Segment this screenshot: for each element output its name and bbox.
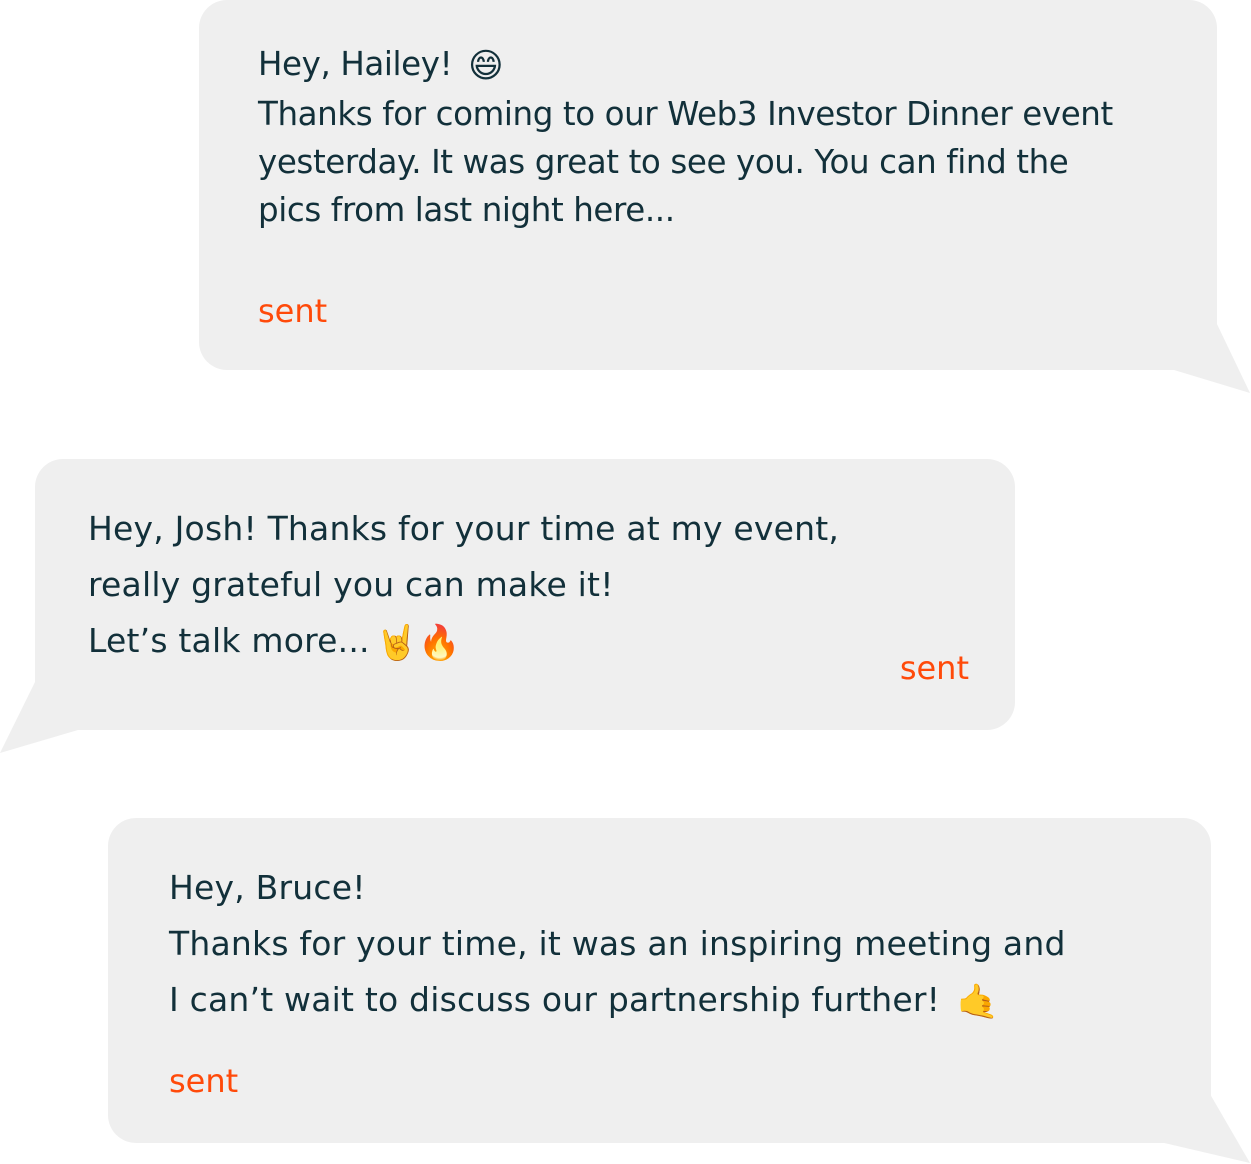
message-line: pics from last night here... <box>258 191 675 229</box>
grinning-face-emoji-icon: 😄 <box>468 46 504 86</box>
message-line: Hey, Hailey! 😄 <box>258 40 1113 90</box>
sent-status: sent <box>169 1062 239 1100</box>
message-bubble-josh[interactable]: Hey, Josh! Thanks for your time at my ev… <box>35 459 1015 730</box>
message-line: Thanks for your time, it was an inspirin… <box>169 924 1066 963</box>
message-line: Hey, Josh! Thanks for your time at my ev… <box>88 509 840 548</box>
bubble-tail-right <box>1160 1094 1250 1163</box>
message-line: really grateful you can make it! <box>88 565 614 604</box>
message-text: Hey, Josh! Thanks for your time at my ev… <box>88 501 839 671</box>
message-text: Hey, Hailey! 😄 Thanks for coming to our … <box>258 40 1113 234</box>
message-line: Hey, Bruce! <box>169 868 366 907</box>
message-line: Thanks for coming to our Web3 Investor D… <box>258 95 1113 133</box>
bubble-tail-right <box>1168 322 1250 393</box>
bubble-tail-left <box>0 680 83 753</box>
message-bubble-hailey[interactable]: Hey, Hailey! 😄 Thanks for coming to our … <box>199 0 1217 370</box>
message-line: yesterday. It was great to see you. You … <box>258 143 1069 181</box>
sent-status: sent <box>899 649 969 687</box>
message-line: I can’t wait to discuss our partnership … <box>169 972 1066 1030</box>
message-bubble-bruce[interactable]: Hey, Bruce! Thanks for your time, it was… <box>108 818 1211 1143</box>
message-text: Hey, Bruce! Thanks for your time, it was… <box>169 860 1066 1030</box>
call-me-hand-emoji-icon: 🤙 <box>956 982 1000 1022</box>
message-line: Let’s talk more... 🤘🔥 <box>88 613 839 671</box>
rock-on-fire-emoji-icon: 🤘🔥 <box>375 623 461 663</box>
sent-status: sent <box>258 292 328 330</box>
